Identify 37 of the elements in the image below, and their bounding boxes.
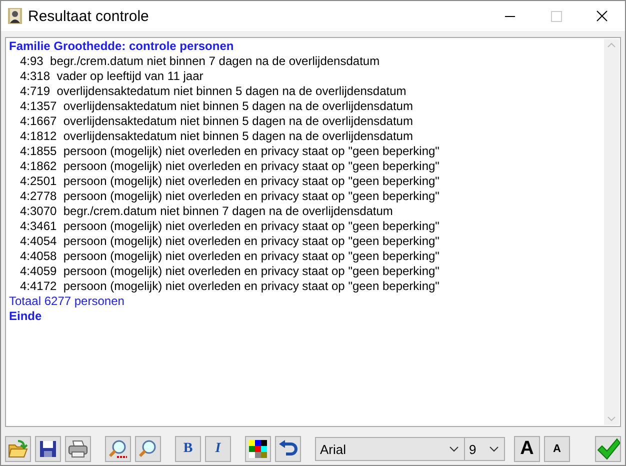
result-line: 4:1667 overlijdensaktedatum niet binnen 5 dagen na de overlijdensdatum — [19, 114, 413, 129]
save-button[interactable] — [35, 436, 61, 462]
result-line: 4:3461 persoon (mogelijk) niet overleden en privacy staat op "geen beperking" — [19, 219, 440, 234]
heading-text: Familie Groothedde: controle personen — [9, 39, 234, 54]
chevron-icon — [489, 446, 499, 452]
result-line: 4:93 begr./crem.datum niet binnen 7 dagen na de overlijdensdatum — [19, 54, 380, 69]
zoom-out-button[interactable] — [105, 436, 131, 462]
result-line: 4:318 vader op leeftijd van 11 jaar — [19, 69, 204, 84]
print-button[interactable] — [65, 436, 91, 462]
size-dropdown[interactable]: 9 — [464, 437, 505, 461]
bold-button[interactable]: B — [175, 436, 201, 462]
result-line: 4:3070 begr./crem.datum niet binnen 7 dagen na de overlijdensdatum — [19, 204, 393, 219]
total-text: Totaal 6277 personen — [9, 294, 124, 309]
italic-button[interactable]: I — [205, 436, 231, 462]
result-line: 4:1862 persoon (mogelijk) niet overleden en privacy staat op "geen beperking" — [19, 159, 440, 174]
smaller-font-button[interactable]: A — [544, 436, 570, 462]
chevron-icon — [449, 446, 459, 452]
result-line: 4:719 overlijdensaktedatum niet binnen 5 dagen na de overlijdensdatum — [19, 84, 406, 99]
window-title: Resultaat controle — [28, 8, 149, 24]
undo-button[interactable] — [275, 436, 301, 462]
text-area[interactable] — [5, 37, 621, 427]
result-line: 4:1812 overlijdensaktedatum niet binnen 5 dagen na de overlijdensdatum — [19, 129, 413, 144]
ok-button[interactable] — [595, 436, 621, 462]
result-line: 4:4054 persoon (mogelijk) niet overleden en privacy staat op "geen beperking" — [19, 234, 440, 249]
result-line: 4:4058 persoon (mogelijk) niet overleden en privacy staat op "geen beperking" — [19, 249, 440, 264]
result-line: 4:1855 persoon (mogelijk) niet overleden en privacy staat op "geen beperking" — [19, 144, 440, 159]
font-dropdown[interactable]: Arial — [315, 437, 465, 461]
end-text: Einde — [9, 309, 42, 324]
result-line: 4:2778 persoon (mogelijk) niet overleden en privacy staat op "geen beperking" — [19, 189, 440, 204]
result-line: 4:2501 persoon (mogelijk) niet overleden en privacy staat op "geen beperking" — [19, 174, 440, 189]
result-line: 4:1357 overlijdensaktedatum niet binnen 5 dagen na de overlijdensdatum — [19, 99, 413, 114]
larger-font-button[interactable]: A — [514, 436, 540, 462]
result-line: 4:4172 persoon (mogelijk) niet overleden en privacy staat op "geen beperking" — [19, 279, 440, 294]
color-button[interactable] — [245, 436, 271, 462]
zoom-in-button[interactable] — [135, 436, 161, 462]
result-line: 4:4059 persoon (mogelijk) niet overleden en privacy staat op "geen beperking" — [19, 264, 440, 279]
portrait-icon — [8, 8, 22, 24]
